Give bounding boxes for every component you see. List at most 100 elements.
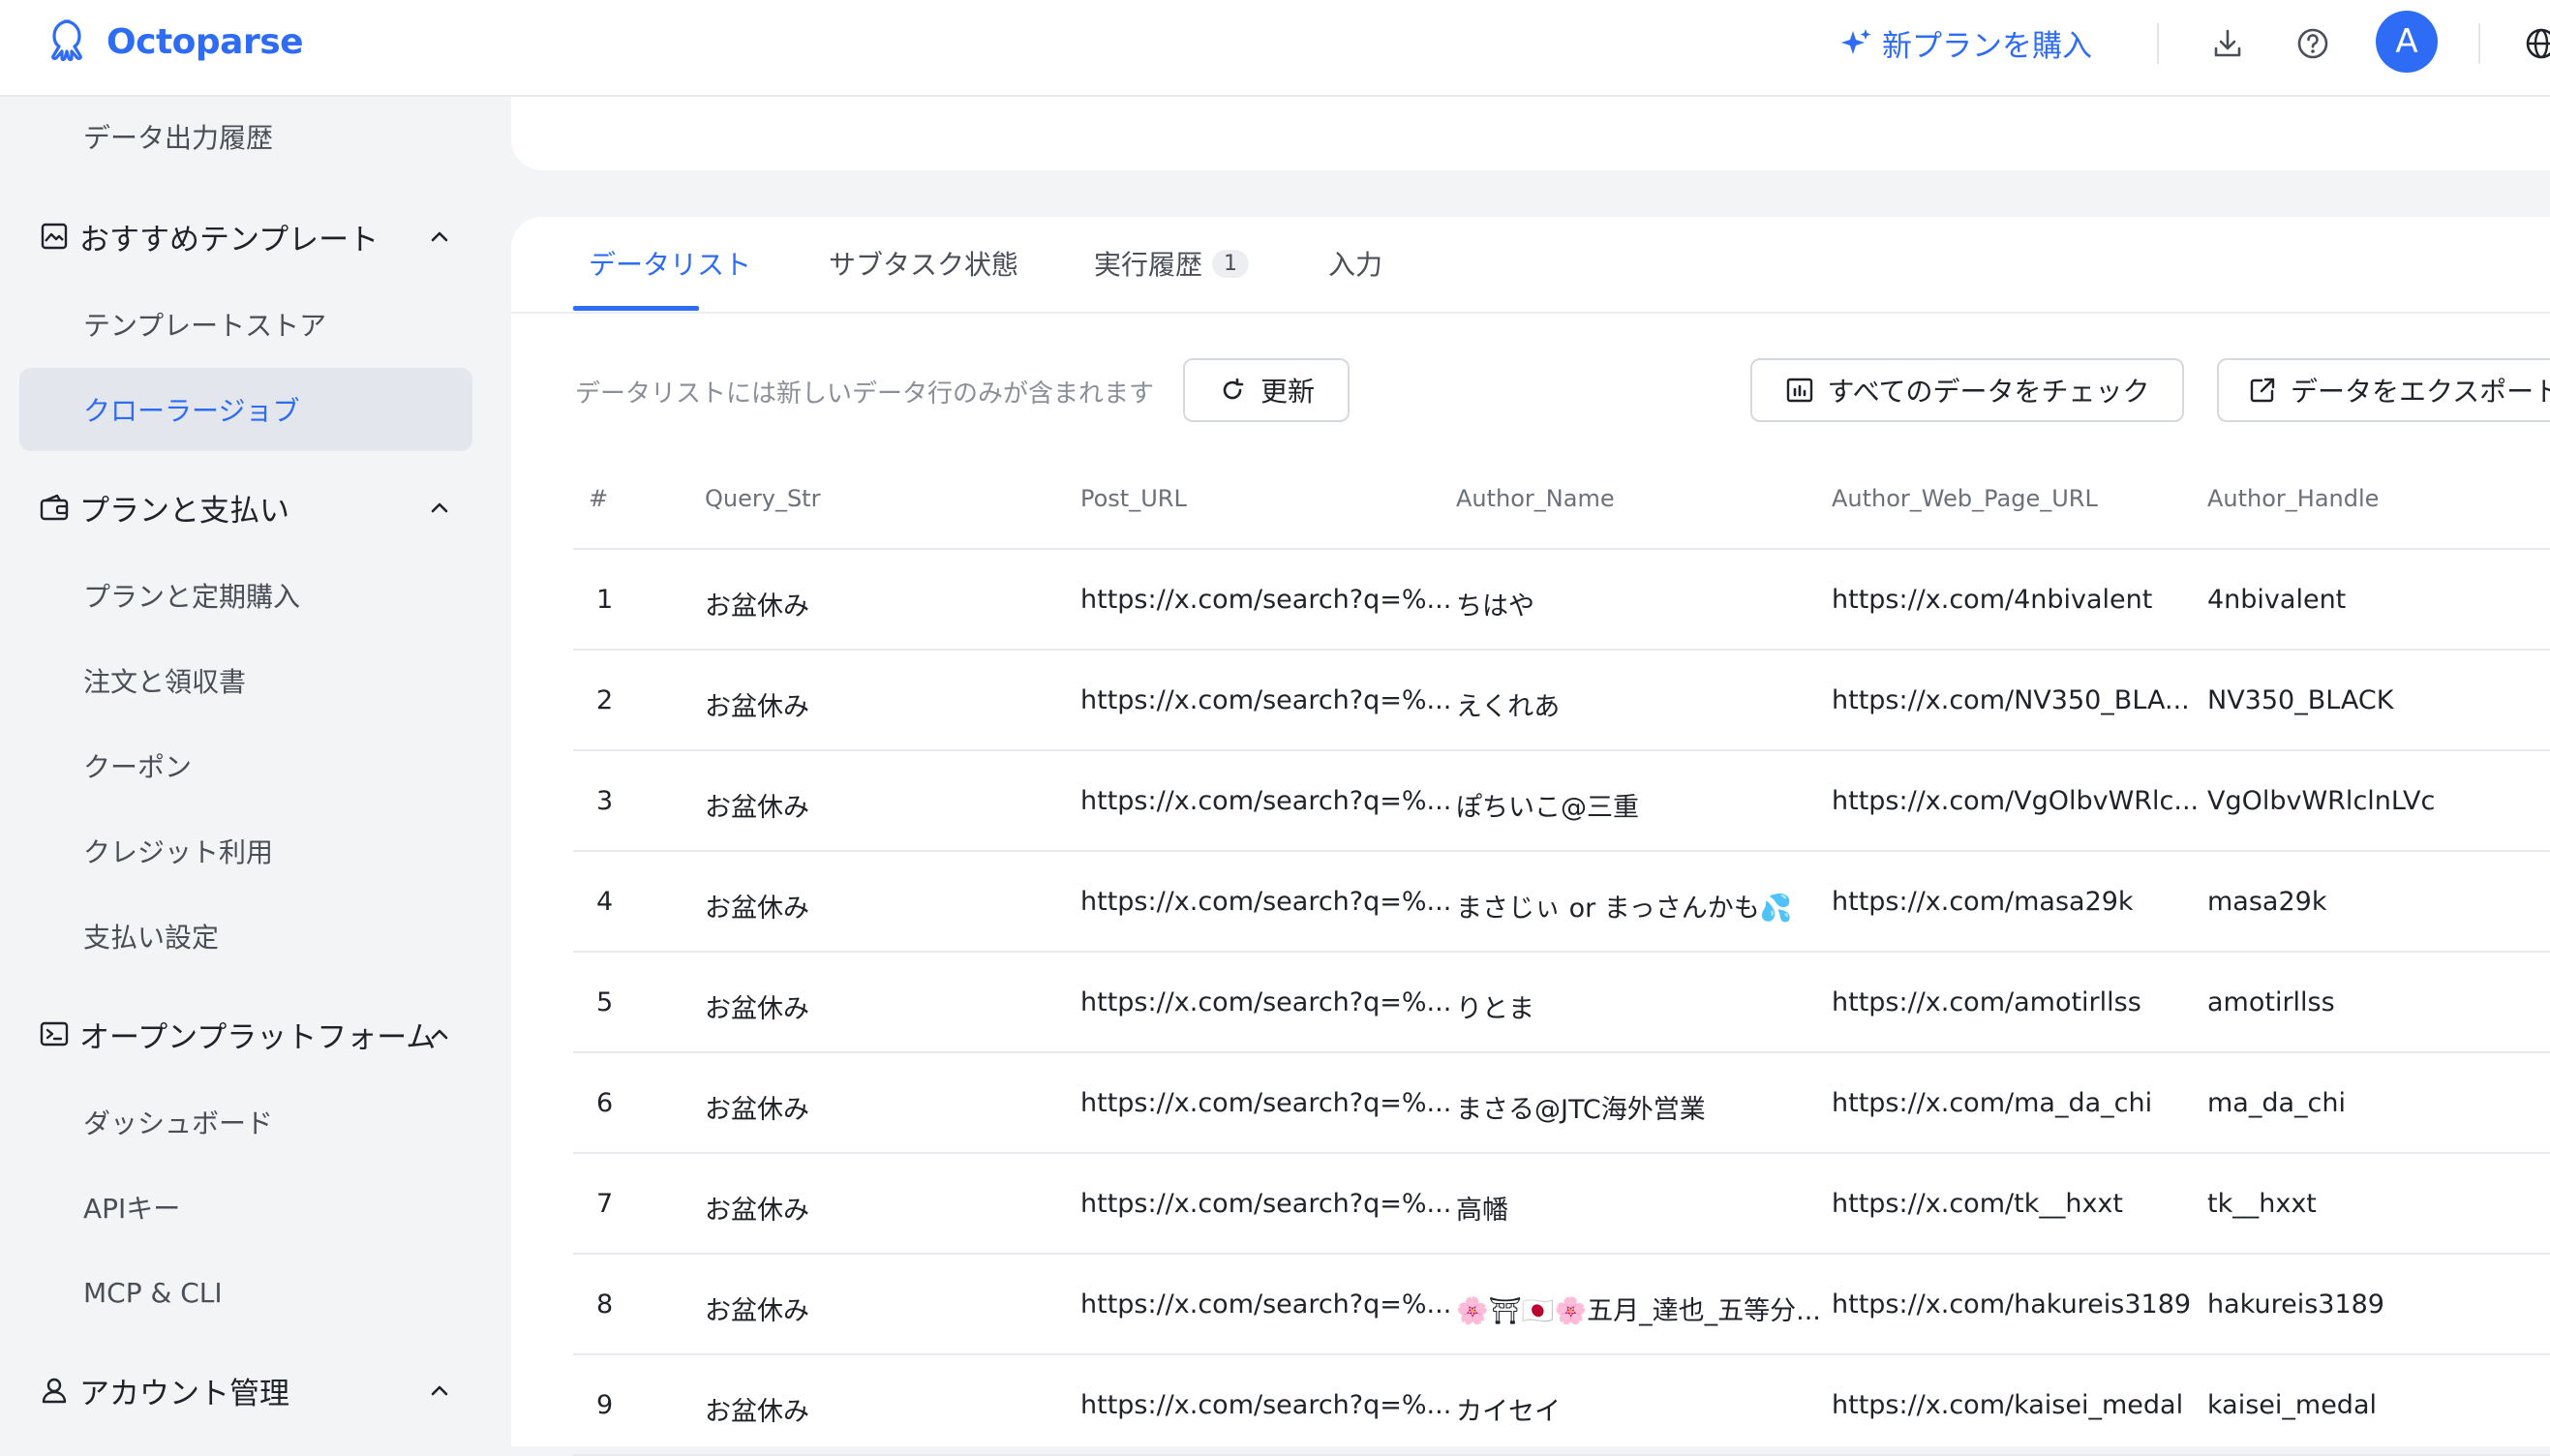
export-label: データをエクスポート: [2291, 376, 2550, 408]
check-all-data-button[interactable]: すべてのデータをチェック: [1750, 358, 2184, 422]
cell-author-handle: ma_da_chi: [2207, 1088, 2346, 1118]
active-tab-indicator: [573, 306, 699, 311]
refresh-button[interactable]: 更新: [1183, 358, 1350, 422]
cell-author-handle: masa29k: [2207, 887, 2327, 917]
chevron-up-icon[interactable]: [424, 492, 455, 523]
cell-post-url: https://x.com/search?q=%...: [1080, 786, 1452, 816]
column-header[interactable]: Author_Handle: [2207, 485, 2379, 512]
cell-author-name: まさじぃ or まっさんかも💦: [1456, 894, 1793, 924]
cell-query: お盆休み: [705, 894, 809, 924]
table-row[interactable]: 4 お盆休み https://x.com/search?q=%... まさじぃ …: [573, 852, 2550, 953]
sidebar-item-template-store[interactable]: テンプレートストア: [19, 283, 472, 366]
sidebar-section-account[interactable]: アカウント管理: [39, 1361, 455, 1419]
cell-index: 4: [596, 887, 614, 917]
cell-author-name: まさる@JTC海外営業: [1456, 1095, 1706, 1125]
chevron-up-icon[interactable]: [424, 221, 455, 252]
avatar[interactable]: A: [2376, 11, 2438, 73]
cell-post-url: https://x.com/search?q=%...: [1080, 987, 1452, 1017]
cell-author-url: https://x.com/hakureis3189: [1832, 1289, 2192, 1320]
table-row[interactable]: 5 お盆休み https://x.com/search?q=%... りとま h…: [573, 953, 2550, 1053]
chevron-up-icon[interactable]: [424, 1018, 455, 1049]
cell-index: 2: [596, 685, 614, 715]
header-divider: [2478, 23, 2480, 64]
sidebar-item-label: 支払い設定: [83, 922, 220, 954]
logo-text: Octoparse: [106, 21, 304, 62]
tab-run-history[interactable]: 実行履歴 1: [1094, 244, 1250, 283]
header-divider: [2157, 23, 2159, 64]
help-icon[interactable]: [2294, 25, 2331, 62]
table-row[interactable]: 7 お盆休み https://x.com/search?q=%... 高幡 ht…: [573, 1154, 2550, 1255]
table-header-row: # Query_Str Post_URL Author_Name Author_…: [573, 453, 2550, 550]
column-header[interactable]: Author_Web_Page_URL: [1832, 485, 2098, 512]
cell-author-name: えくれあ: [1456, 692, 1561, 722]
cell-author-url: https://x.com/masa29k: [1832, 887, 2134, 917]
cell-post-url: https://x.com/search?q=%...: [1080, 1189, 1452, 1219]
sidebar-item-api-keys[interactable]: APIキー: [19, 1166, 472, 1249]
cell-author-handle: NV350_BLACK: [2207, 685, 2394, 715]
sidebar-item-credit-usage[interactable]: クレジット利用: [19, 809, 472, 893]
cell-index: 9: [596, 1390, 614, 1420]
table-row[interactable]: 6 お盆休み https://x.com/search?q=%... まさる@J…: [573, 1053, 2550, 1154]
check-all-label: すべてのデータをチェック: [1827, 376, 2150, 408]
top-header: Octoparse 新プランを購入 A: [0, 0, 2550, 97]
cell-query: お盆休み: [705, 1095, 809, 1125]
chevron-up-icon[interactable]: [424, 1375, 455, 1406]
section-label: オープンプラットフォーム: [79, 1019, 437, 1055]
cell-author-name: りとま: [1456, 994, 1534, 1024]
upgrade-plan-button[interactable]: 新プランを購入: [1839, 21, 2092, 65]
tab-subtask-status[interactable]: サブタスク状態: [829, 244, 1018, 283]
cell-author-name: カイセイ: [1456, 1397, 1561, 1427]
table-row[interactable]: 9 お盆休み https://x.com/search?q=%... カイセイ …: [573, 1355, 2550, 1456]
octoparse-logo[interactable]: Octoparse: [43, 15, 304, 68]
cell-author-handle: VgOlbvWRlclnLVc: [2207, 786, 2436, 816]
column-header[interactable]: #: [589, 485, 608, 512]
cell-index: 7: [596, 1189, 614, 1219]
cell-author-url: https://x.com/VgOlbvWRlc...: [1832, 786, 2200, 816]
sidebar-item-coupons[interactable]: クーポン: [19, 724, 472, 807]
table-row[interactable]: 8 お盆休み https://x.com/search?q=%... 🌸⛩🇯🇵🌸…: [573, 1255, 2550, 1355]
sidebar-item-label: データ出力履歴: [83, 122, 274, 154]
cell-query: お盆休み: [705, 1397, 809, 1427]
tab-label: 入力: [1328, 249, 1383, 281]
cell-query: お盆休み: [705, 793, 809, 823]
sidebar-item-plans[interactable]: プランと定期購入: [19, 554, 472, 637]
sidebar-item-label: 注文と領収書: [83, 666, 247, 698]
table-row[interactable]: 1 お盆休み https://x.com/search?q=%... ちはや h…: [573, 550, 2550, 651]
sidebar-item-orders[interactable]: 注文と領収書: [19, 639, 472, 722]
sidebar-item-label: クローラージョブ: [83, 395, 300, 427]
cell-author-handle: kaisei_medal: [2207, 1390, 2377, 1420]
table-row[interactable]: 2 お盆休み https://x.com/search?q=%... えくれあ …: [573, 651, 2550, 751]
cell-query: お盆休み: [705, 592, 809, 622]
export-data-button[interactable]: データをエクスポート: [2217, 358, 2550, 422]
sidebar-item-dashboard[interactable]: ダッシュボード: [19, 1080, 472, 1164]
cell-author-name: ちはや: [1456, 592, 1534, 622]
table-row[interactable]: 3 お盆休み https://x.com/search?q=%... ぽちいこ@…: [573, 751, 2550, 852]
sidebar-section-plan-payment[interactable]: プランと支払い: [39, 478, 455, 536]
cell-author-name: 高幡: [1456, 1196, 1508, 1226]
upgrade-label: 新プランを購入: [1882, 29, 2092, 64]
tab-data-list[interactable]: データリスト: [589, 244, 751, 283]
cell-index: 3: [596, 786, 614, 816]
sidebar-item-data-export-history[interactable]: データ出力履歴: [19, 95, 472, 178]
sidebar-item-label: クーポン: [83, 751, 193, 783]
chart-icon: [1786, 378, 1812, 403]
cell-author-handle: amotirllss: [2207, 987, 2335, 1017]
sidebar: データ出力履歴 おすすめテンプレート テンプレートストア クローラージョブ プラ…: [0, 95, 511, 1446]
tab-label: 実行履歴: [1094, 249, 1203, 281]
sidebar-section-open-platform[interactable]: オープンプラットフォーム: [39, 1005, 455, 1063]
globe-icon[interactable]: [2523, 25, 2550, 62]
section-label: プランと支払い: [79, 493, 289, 529]
cell-post-url: https://x.com/search?q=%...: [1080, 1390, 1452, 1420]
cell-author-url: https://x.com/kaisei_medal: [1832, 1390, 2184, 1420]
section-label: おすすめテンプレート: [79, 222, 379, 258]
sidebar-item-mcp-cli[interactable]: MCP & CLI: [19, 1251, 472, 1334]
cell-author-url: https://x.com/4nbivalent: [1832, 585, 2153, 615]
sidebar-section-templates[interactable]: おすすめテンプレート: [39, 207, 455, 265]
column-header[interactable]: Post_URL: [1080, 485, 1187, 512]
sidebar-item-payment-settings[interactable]: 支払い設定: [19, 895, 472, 978]
tab-input[interactable]: 入力: [1328, 244, 1382, 283]
column-header[interactable]: Query_Str: [705, 485, 820, 512]
column-header[interactable]: Author_Name: [1456, 485, 1615, 512]
download-icon[interactable]: [2209, 25, 2246, 62]
sidebar-item-crawler-jobs[interactable]: クローラージョブ: [19, 368, 472, 451]
